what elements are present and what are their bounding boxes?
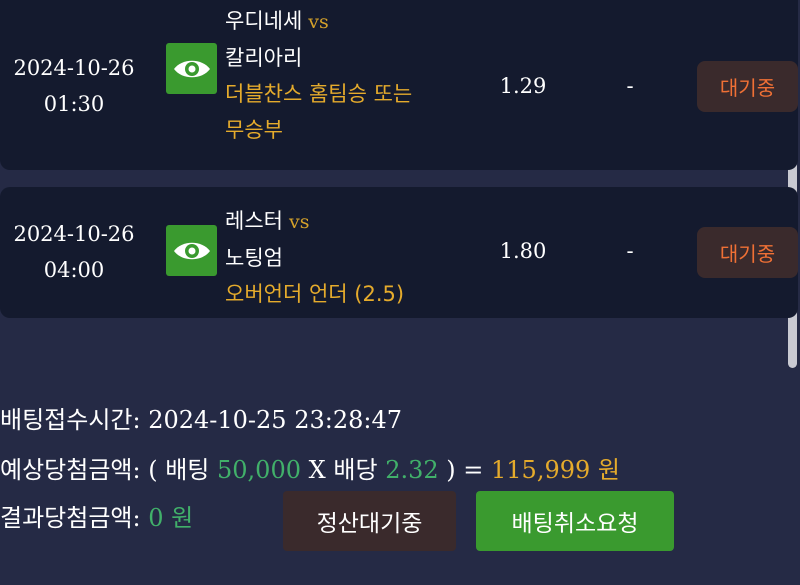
- label-colon: :: [132, 456, 149, 484]
- bet-result: -: [626, 74, 634, 98]
- bet-card: 2024-10-26 01:30 우디네세 vs 칼리아리 더블찬스 홈팀승 또는…: [0, 0, 798, 170]
- expected-close: ) =: [446, 456, 484, 484]
- bet-card: 2024-10-26 04:00 레스터 vs 노팅엄 오버언더 언더 (2.5)…: [0, 187, 798, 318]
- match-info: 레스터 vs 노팅엄 오버언더 언더 (2.5): [225, 203, 485, 312]
- vs-label: vs: [288, 211, 310, 233]
- label-colon: :: [132, 406, 149, 434]
- stake-amount: 50,000: [217, 456, 301, 484]
- bet-datetime: 2024-10-26 01:30: [0, 50, 148, 122]
- bet-result: -: [626, 239, 634, 263]
- bet-pick: 더블찬스 홈팀승 또는: [225, 82, 413, 106]
- bet-time-row: 배팅접수시간: 2024-10-25 23:28:47: [0, 402, 402, 438]
- view-match-button[interactable]: [166, 225, 217, 276]
- match-info: 우디네세 vs 칼리아리 더블찬스 홈팀승 또는 무승부: [225, 3, 465, 148]
- cancel-bet-request-button[interactable]: 배팅취소요청: [476, 491, 674, 551]
- bet-date: 2024-10-26: [13, 222, 135, 246]
- total-odds: 2.32: [385, 456, 439, 484]
- bet-pick: 오버언더 언더 (2.5): [225, 282, 405, 306]
- status-badge: 대기중: [697, 227, 798, 278]
- result-won: 원: [171, 504, 194, 532]
- expected-label: 예상당첨금액: [0, 456, 133, 484]
- expected-amount: 115,999: [491, 456, 591, 484]
- view-match-button[interactable]: [166, 43, 217, 94]
- away-team: 칼리아리: [225, 46, 303, 70]
- bet-odds: 1.80: [499, 239, 547, 263]
- bet-datetime: 2024-10-26 04:00: [0, 216, 148, 288]
- bet-time-label: 배팅접수시간: [0, 406, 133, 434]
- bet-time: 04:00: [43, 258, 105, 282]
- home-team: 우디네세: [225, 9, 303, 33]
- expected-won: 원: [597, 456, 620, 484]
- eye-icon: [173, 242, 210, 259]
- label-colon: :: [132, 504, 149, 532]
- bet-odds: 1.29: [499, 74, 547, 98]
- bet-time-value: 2024-10-25 23:28:47: [148, 406, 402, 434]
- match-teams-line: 레스터 vs: [225, 203, 485, 240]
- settlement-pending-button[interactable]: 정산대기중: [283, 491, 456, 551]
- odds-word: 배당: [333, 456, 378, 484]
- expected-open: (: [148, 456, 166, 484]
- result-win-row: 결과당첨금액: 0 원: [0, 500, 193, 536]
- bet-word: 배팅: [165, 456, 210, 484]
- status-badge: 대기중: [697, 61, 798, 112]
- result-label: 결과당첨금액: [0, 504, 133, 532]
- home-team: 레스터: [225, 209, 283, 233]
- match-teams-line: 우디네세 vs: [225, 3, 465, 40]
- bet-pick-continued: 무승부: [225, 118, 283, 142]
- vs-label: vs: [308, 11, 329, 33]
- expected-win-row: 예상당첨금액: ( 배팅 50,000 X 배당 2.32 ) = 115,99…: [0, 452, 620, 488]
- times-sign: X: [308, 456, 326, 484]
- bet-date: 2024-10-26: [13, 56, 135, 80]
- away-team: 노팅엄: [225, 246, 283, 270]
- bet-time: 01:30: [43, 92, 105, 116]
- eye-icon: [173, 60, 210, 77]
- result-amount: 0: [148, 504, 164, 532]
